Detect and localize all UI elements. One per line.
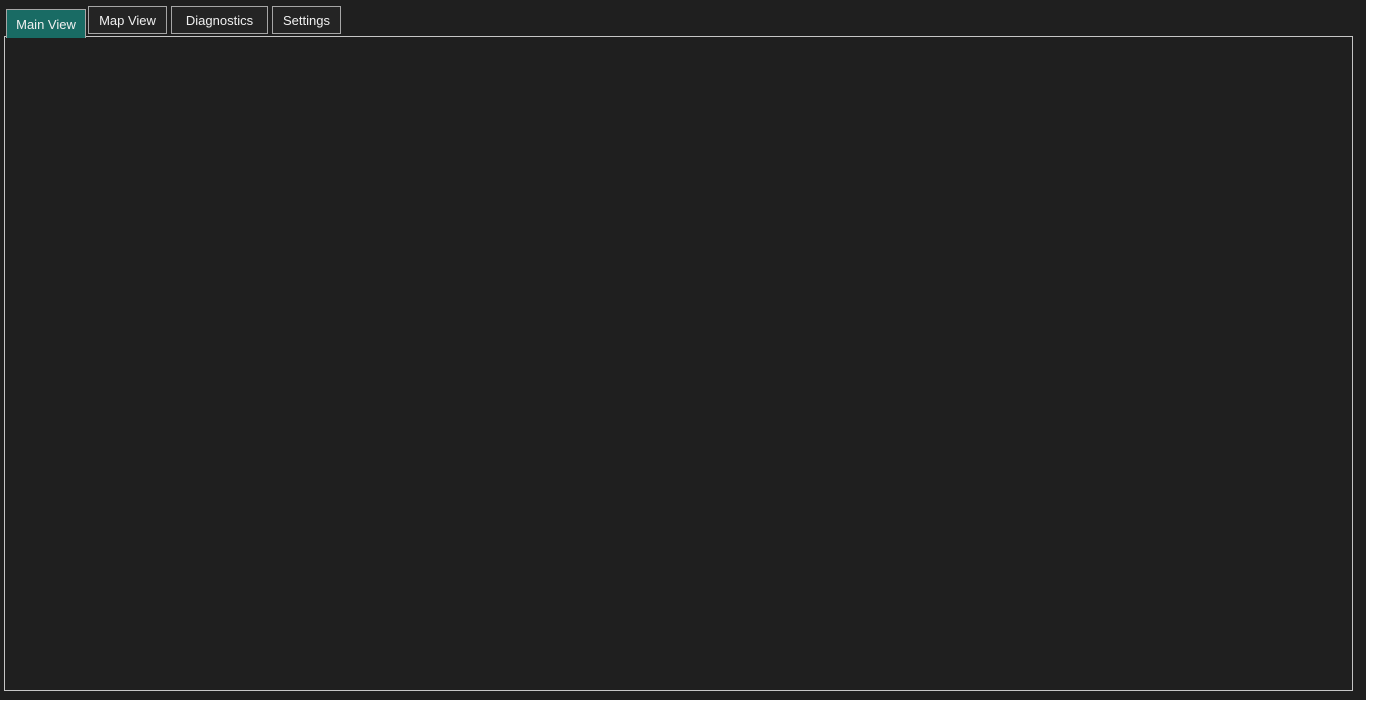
tab-diagnostics[interactable]: Diagnostics <box>171 6 268 34</box>
main-view-panel <box>4 36 1353 691</box>
tab-main-view[interactable]: Main View <box>6 9 86 38</box>
app-window: Main View Map View Diagnostics Settings … <box>0 0 1366 700</box>
tab-map-view[interactable]: Map View <box>88 6 167 34</box>
tab-settings[interactable]: Settings <box>272 6 341 34</box>
